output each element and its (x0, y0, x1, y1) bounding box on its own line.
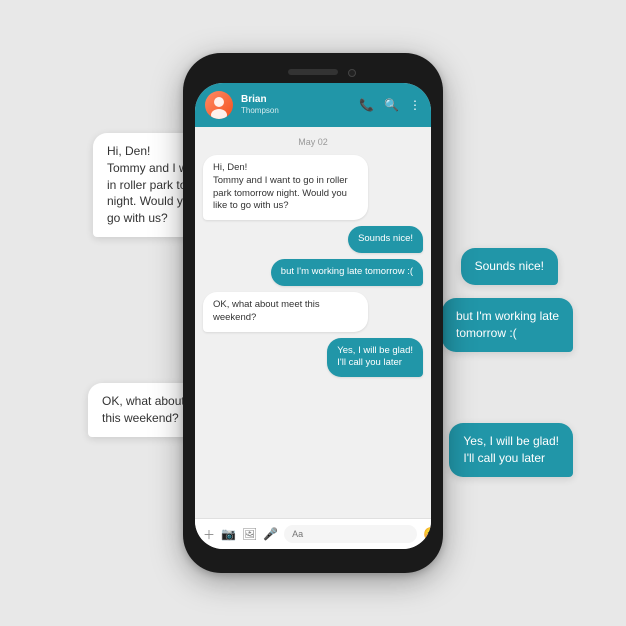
contact-sub: Thompson (241, 106, 351, 116)
emoji-icon[interactable]: 😊 (423, 526, 431, 543)
message-2: Sounds nice! (348, 226, 423, 253)
bubble-3-ext: but I'm working latetomorrow :( (442, 298, 573, 352)
avatar (205, 91, 233, 119)
header-icons: 📞 🔍 ⋮ (359, 98, 421, 112)
message-5: Yes, I will be glad!I'll call you later (327, 338, 423, 378)
contact-name: Brian (241, 94, 351, 106)
avatar-face (205, 91, 233, 119)
date-divider: May 02 (203, 137, 423, 147)
chat-header: Brian Thompson 📞 🔍 ⋮ (195, 83, 431, 127)
image-icon[interactable]: 🖼 (242, 527, 257, 541)
bubble-5-ext: Yes, I will be glad!I'll call you later (449, 423, 573, 477)
phone-mockup: Hi, Den!Tommy and I want to goin roller … (183, 53, 443, 573)
contact-info: Brian Thompson (241, 94, 351, 116)
call-icon[interactable]: 📞 (359, 98, 374, 112)
camera-icon[interactable]: 📷 (221, 527, 236, 541)
chat-input-bar: ＋ 📷 🖼 🎤 😊 (195, 518, 431, 549)
chat-area: May 02 Hi, Den!Tommy and I want to go in… (195, 127, 431, 518)
bubble-2-ext: Sounds nice! (461, 248, 558, 285)
message-1: Hi, Den!Tommy and I want to go in roller… (203, 155, 368, 220)
search-icon[interactable]: 🔍 (384, 98, 399, 112)
more-icon[interactable]: ⋮ (409, 98, 421, 112)
text-input[interactable] (284, 525, 417, 543)
phone-speaker (288, 69, 338, 75)
phone-camera (348, 69, 356, 77)
phone-screen: Brian Thompson 📞 🔍 ⋮ May 02 Hi, Den!Tomm… (195, 83, 431, 549)
attach-icon[interactable]: ＋ (203, 526, 215, 543)
phone-body: Brian Thompson 📞 🔍 ⋮ May 02 Hi, Den!Tomm… (183, 53, 443, 573)
message-4: OK, what about meet this weekend? (203, 292, 368, 332)
mic-icon[interactable]: 🎤 (263, 527, 278, 541)
message-3: but I'm working late tomorrow :( (271, 259, 423, 286)
